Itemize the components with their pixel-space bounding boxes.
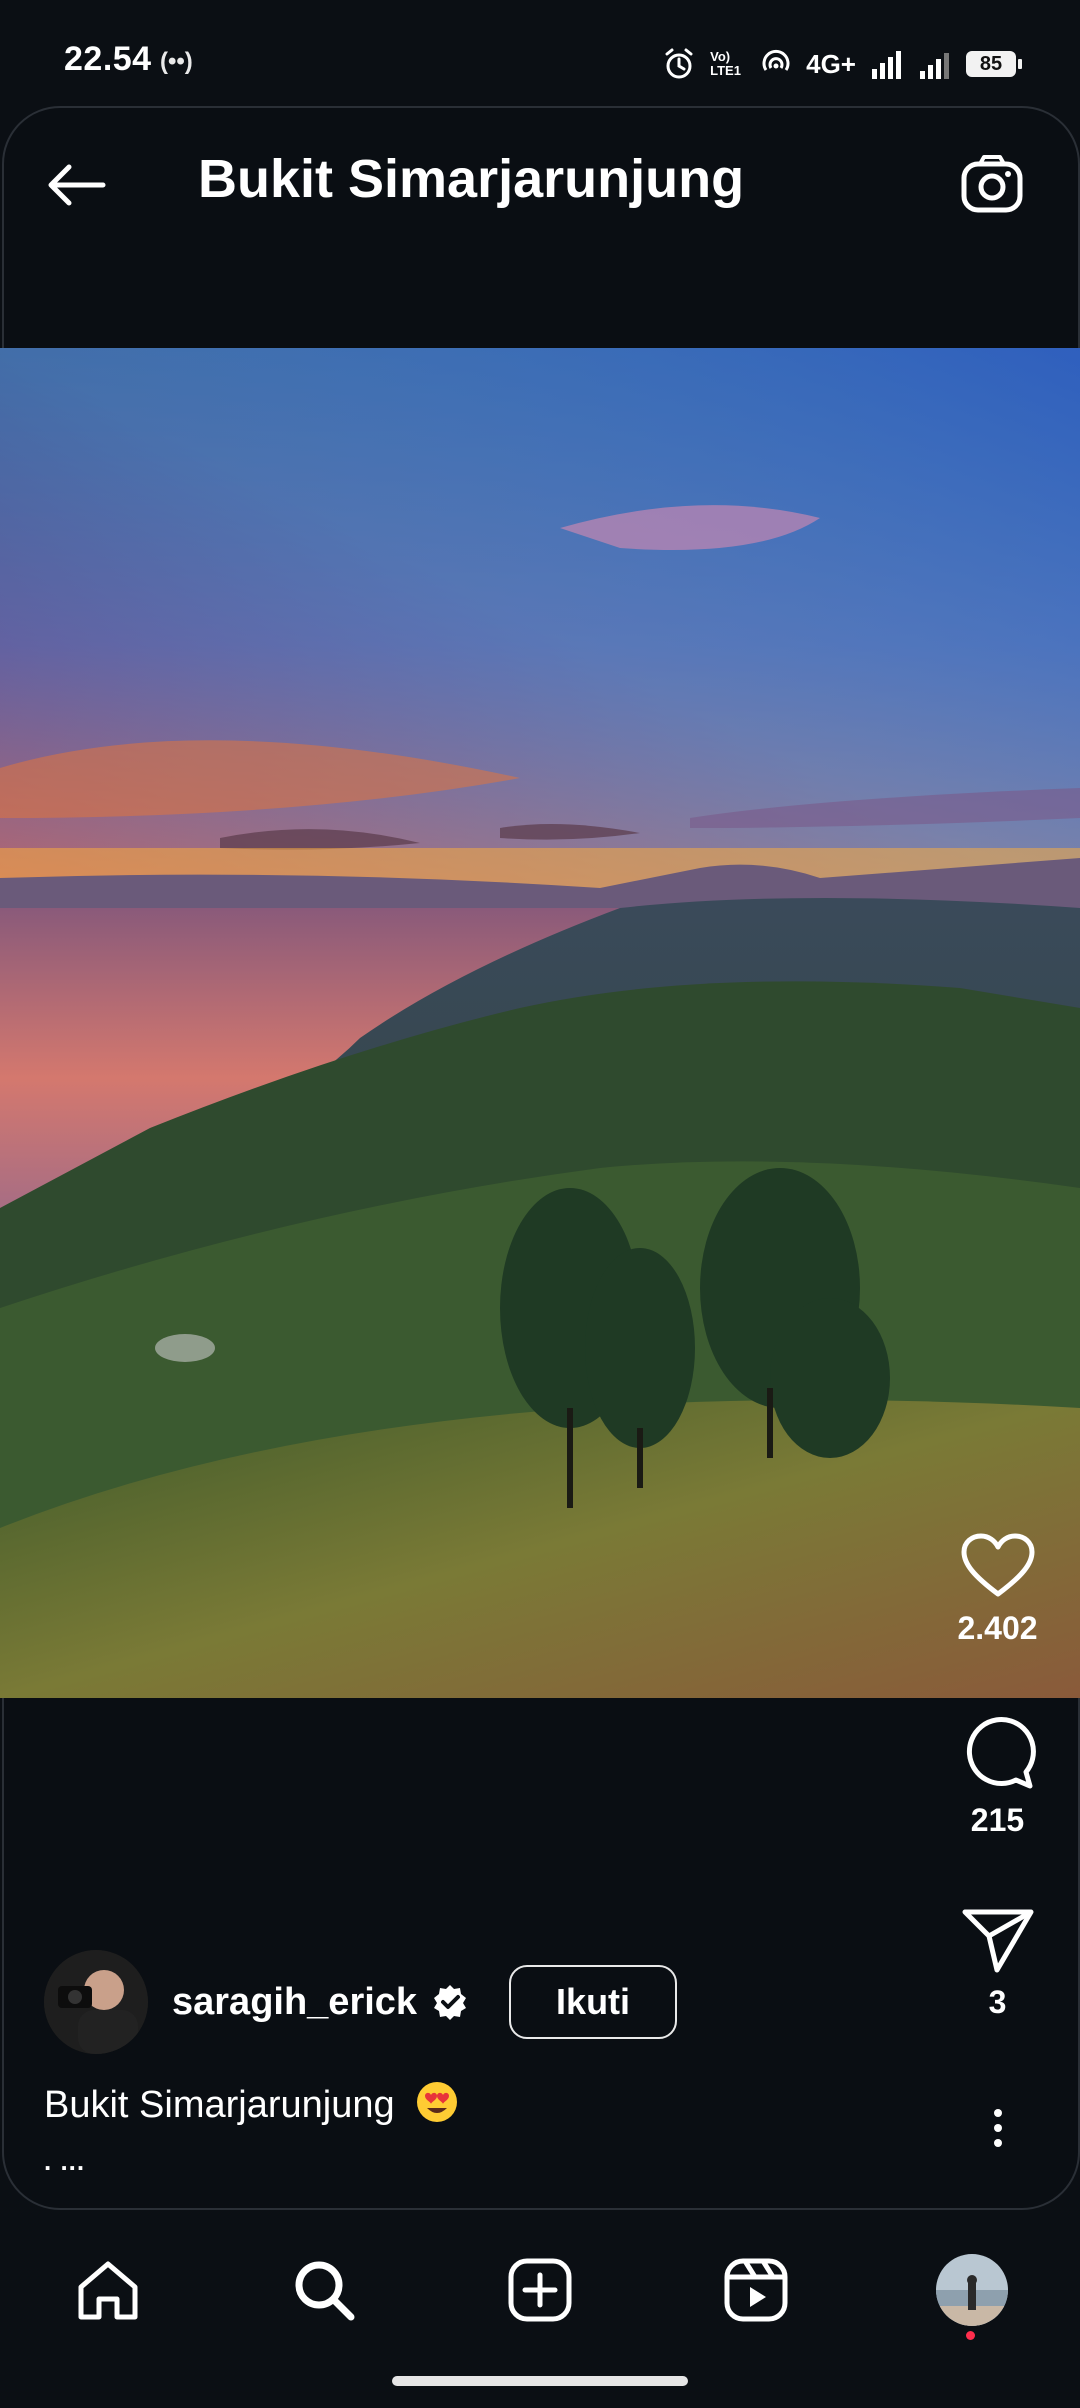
reels-icon bbox=[724, 2258, 788, 2322]
camera-button[interactable] bbox=[952, 148, 1032, 220]
author-row: saragih_erick Ikuti bbox=[44, 1950, 678, 2054]
arrow-left-icon bbox=[48, 164, 106, 206]
nav-create[interactable] bbox=[490, 2240, 590, 2340]
camera-icon bbox=[961, 155, 1023, 213]
caption-text: Bukit Simarjarunjung bbox=[44, 2084, 395, 2127]
author-username[interactable]: saragih_erick bbox=[172, 1981, 417, 2024]
like-group: 2.402 bbox=[935, 1532, 1060, 1647]
nav-search[interactable] bbox=[274, 2240, 374, 2340]
signal-icon-2 bbox=[920, 53, 949, 79]
comment-button[interactable] bbox=[935, 1716, 1060, 1792]
status-time: 22.54 bbox=[64, 40, 152, 78]
author-avatar[interactable] bbox=[44, 1950, 148, 2054]
add-icon bbox=[508, 2258, 572, 2322]
caption-more[interactable]: . ... bbox=[44, 2146, 85, 2177]
home-icon bbox=[78, 2261, 138, 2320]
like-button[interactable] bbox=[935, 1532, 1060, 1600]
verified-badge-icon bbox=[431, 1983, 469, 2021]
heart-eyes-emoji-icon bbox=[415, 2080, 459, 2134]
post-caption[interactable]: Bukit Simarjarunjung bbox=[44, 2080, 459, 2134]
radio-indicator: (••) bbox=[160, 48, 193, 75]
status-icons: Vo) LTE1 4G+ 85 bbox=[662, 44, 1022, 84]
signal-icon-1 bbox=[872, 51, 901, 79]
profile-avatar bbox=[936, 2254, 1008, 2326]
share-button[interactable] bbox=[935, 1908, 1060, 1974]
nav-home[interactable] bbox=[58, 2240, 158, 2340]
back-button[interactable] bbox=[40, 150, 110, 220]
send-icon bbox=[962, 1909, 1033, 1973]
more-options-button[interactable] bbox=[970, 2100, 1026, 2156]
follow-button[interactable]: Ikuti bbox=[509, 1965, 678, 2039]
hotspot-icon bbox=[762, 49, 790, 71]
volte-label: Vo) LTE1 bbox=[710, 49, 741, 78]
comment-count: 215 bbox=[970, 1802, 1025, 1838]
alarm-icon bbox=[665, 48, 693, 79]
nav-reels[interactable] bbox=[706, 2240, 806, 2340]
like-count: 2.402 bbox=[957, 1610, 1038, 1646]
heart-icon bbox=[961, 1533, 1034, 1597]
network-type: 4G+ bbox=[806, 48, 856, 79]
comment-icon bbox=[966, 1717, 1036, 1789]
home-indicator[interactable] bbox=[392, 2376, 688, 2386]
nav-profile[interactable] bbox=[922, 2240, 1022, 2340]
comment-group: 215 bbox=[935, 1716, 1060, 1839]
notification-dot bbox=[966, 2331, 975, 2340]
search-icon bbox=[295, 2261, 355, 2321]
battery-indicator: 85 bbox=[966, 51, 1022, 77]
status-bar: 22.54 (••) Vo) LTE1 4G+ 85 bbox=[0, 0, 1080, 110]
share-count: 3 bbox=[988, 1984, 1007, 2020]
share-group: 3 bbox=[935, 1908, 1060, 2021]
post-photo[interactable] bbox=[0, 348, 1080, 1698]
page-title: Bukit Simarjarunjung bbox=[198, 149, 745, 209]
